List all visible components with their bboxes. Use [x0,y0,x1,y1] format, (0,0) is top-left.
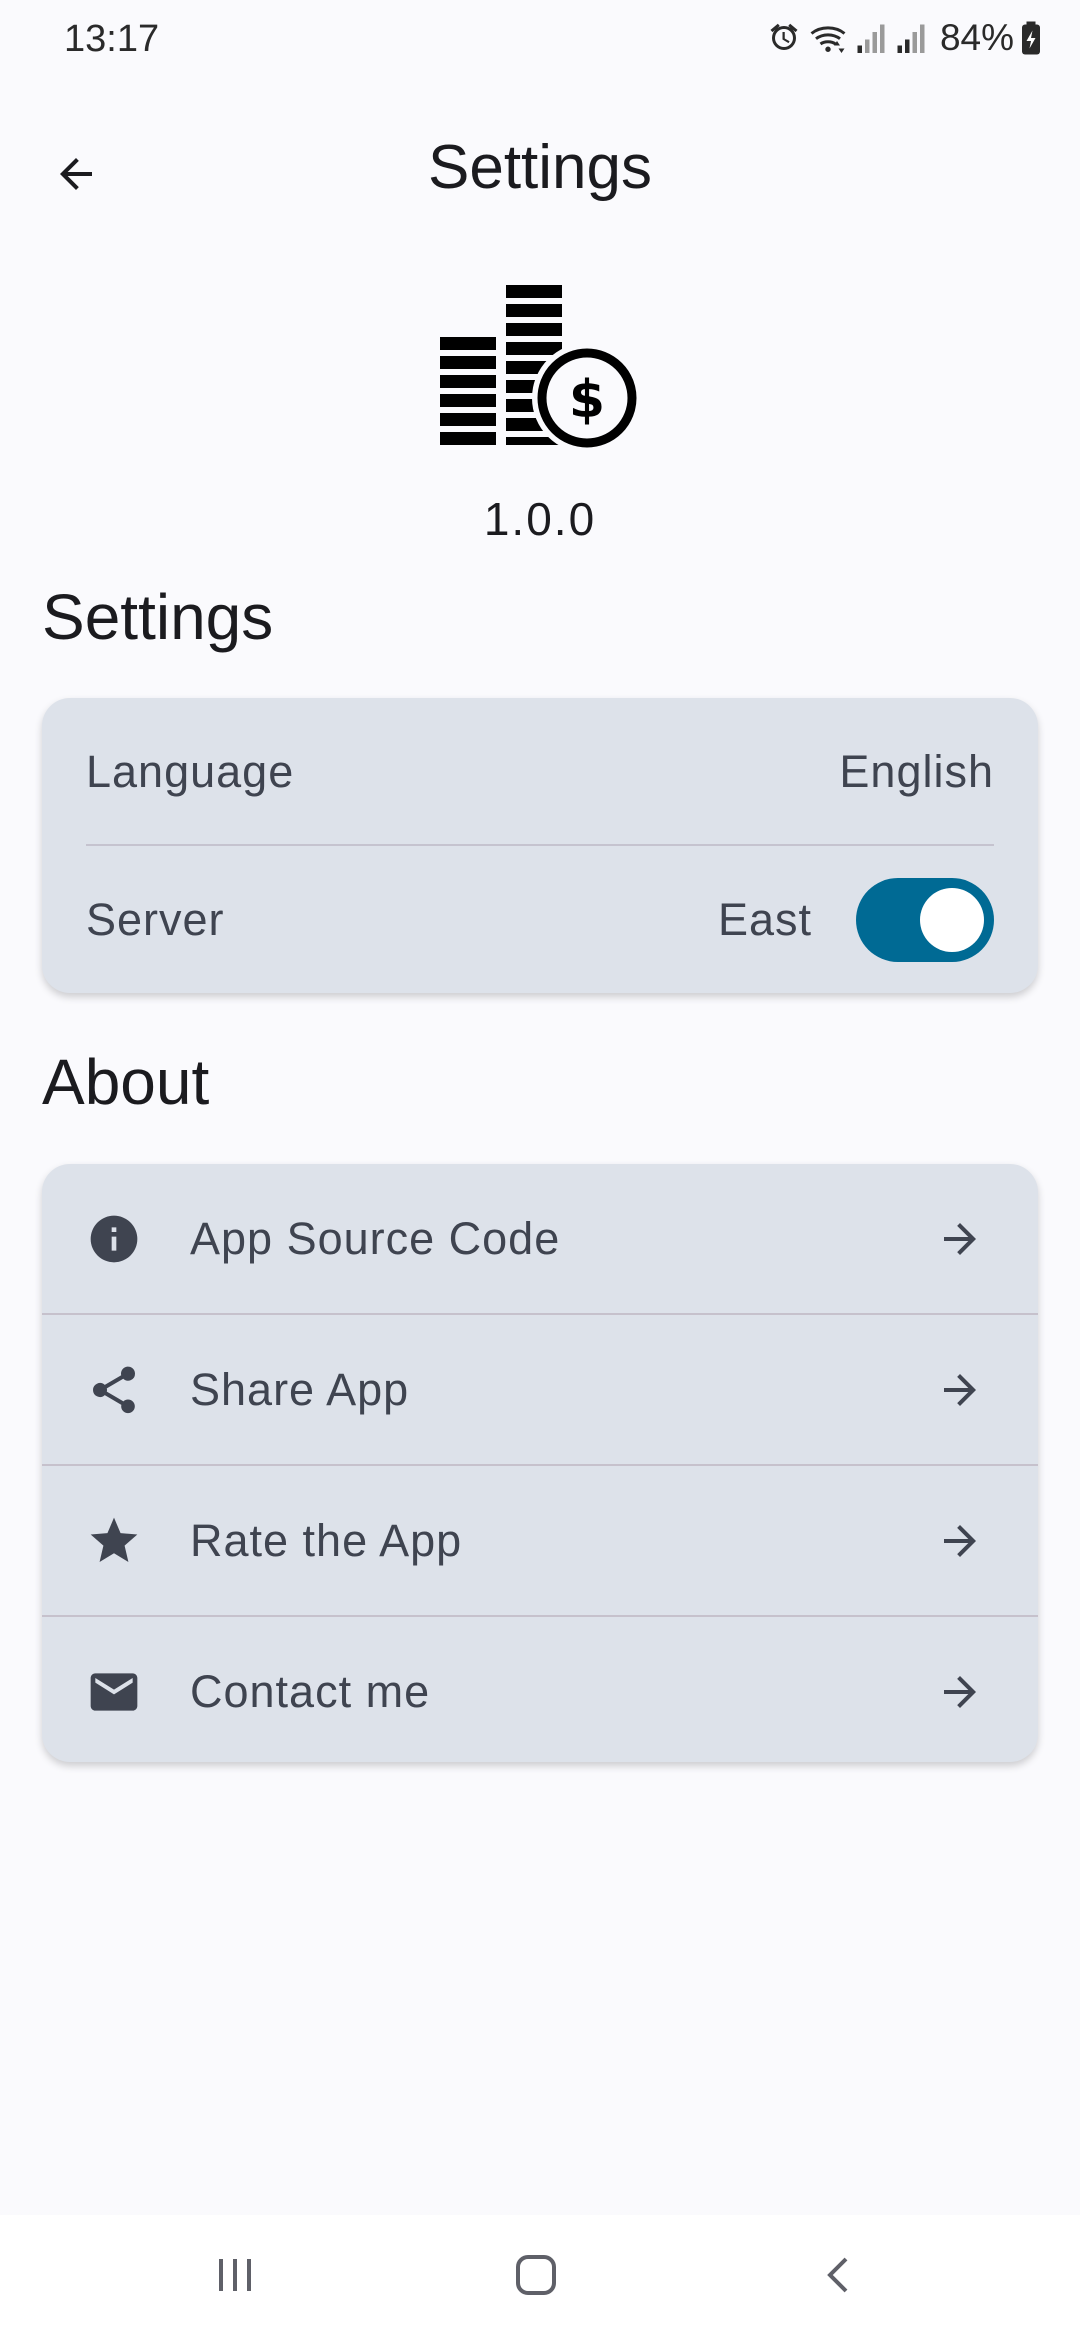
share-app-label: Share App [190,1364,410,1415]
arrow-forward-icon [930,1662,990,1722]
language-label: Language [86,746,295,797]
rate-app-label: Rate the App [190,1515,463,1566]
page-title: Settings [427,133,653,202]
battery-charging-icon [1020,20,1042,56]
server-label: Server [86,894,225,945]
app-bar: Settings [0,110,1080,230]
mail-icon [84,1662,144,1722]
contact-me-label: Contact me [190,1666,431,1717]
signal-icon [894,20,928,56]
app-version: 1.0.0 [483,493,597,545]
arrow-forward-icon [930,1360,990,1420]
toggle-knob [920,888,984,952]
star-icon [84,1511,144,1571]
about-card: App Source Code Share App Rate the App C… [42,1164,1038,1762]
svg-text:$: $ [569,370,605,430]
language-row[interactable]: Language English [42,698,1038,846]
status-bar: 13:17 84% [0,0,1080,80]
info-icon [84,1209,144,1269]
back-nav-button[interactable] [760,2215,920,2340]
back-icon [818,2253,862,2302]
wifi-icon [808,20,848,56]
recents-icon [213,2253,257,2302]
arrow-forward-icon [930,1209,990,1269]
recents-button[interactable] [155,2215,315,2340]
contact-me-item[interactable]: Contact me [42,1617,1038,1762]
alarm-icon [766,20,802,56]
language-value: English [839,746,994,797]
about-section-title: About [42,1046,210,1118]
arrow-forward-icon [930,1511,990,1571]
share-icon [84,1360,144,1420]
app-source-code-label: App Source Code [190,1213,561,1264]
server-value: East [717,894,812,945]
signal-icon [854,20,888,56]
coins-dollar-icon: $ [440,285,642,455]
status-time: 13:17 [64,18,160,60]
settings-section-title: Settings [42,581,274,653]
status-icons: 84% [766,16,1042,60]
share-app-item[interactable]: Share App [42,1315,1038,1465]
app-source-code-item[interactable]: App Source Code [42,1164,1038,1314]
rate-app-item[interactable]: Rate the App [42,1466,1038,1616]
home-button[interactable] [456,2215,616,2340]
server-row: Server East [42,846,1038,993]
battery-percentage: 84% [939,17,1014,58]
system-nav-bar [0,2215,1080,2340]
home-icon [512,2251,560,2304]
server-toggle[interactable] [856,878,994,962]
settings-card: Language English Server East [42,698,1038,993]
